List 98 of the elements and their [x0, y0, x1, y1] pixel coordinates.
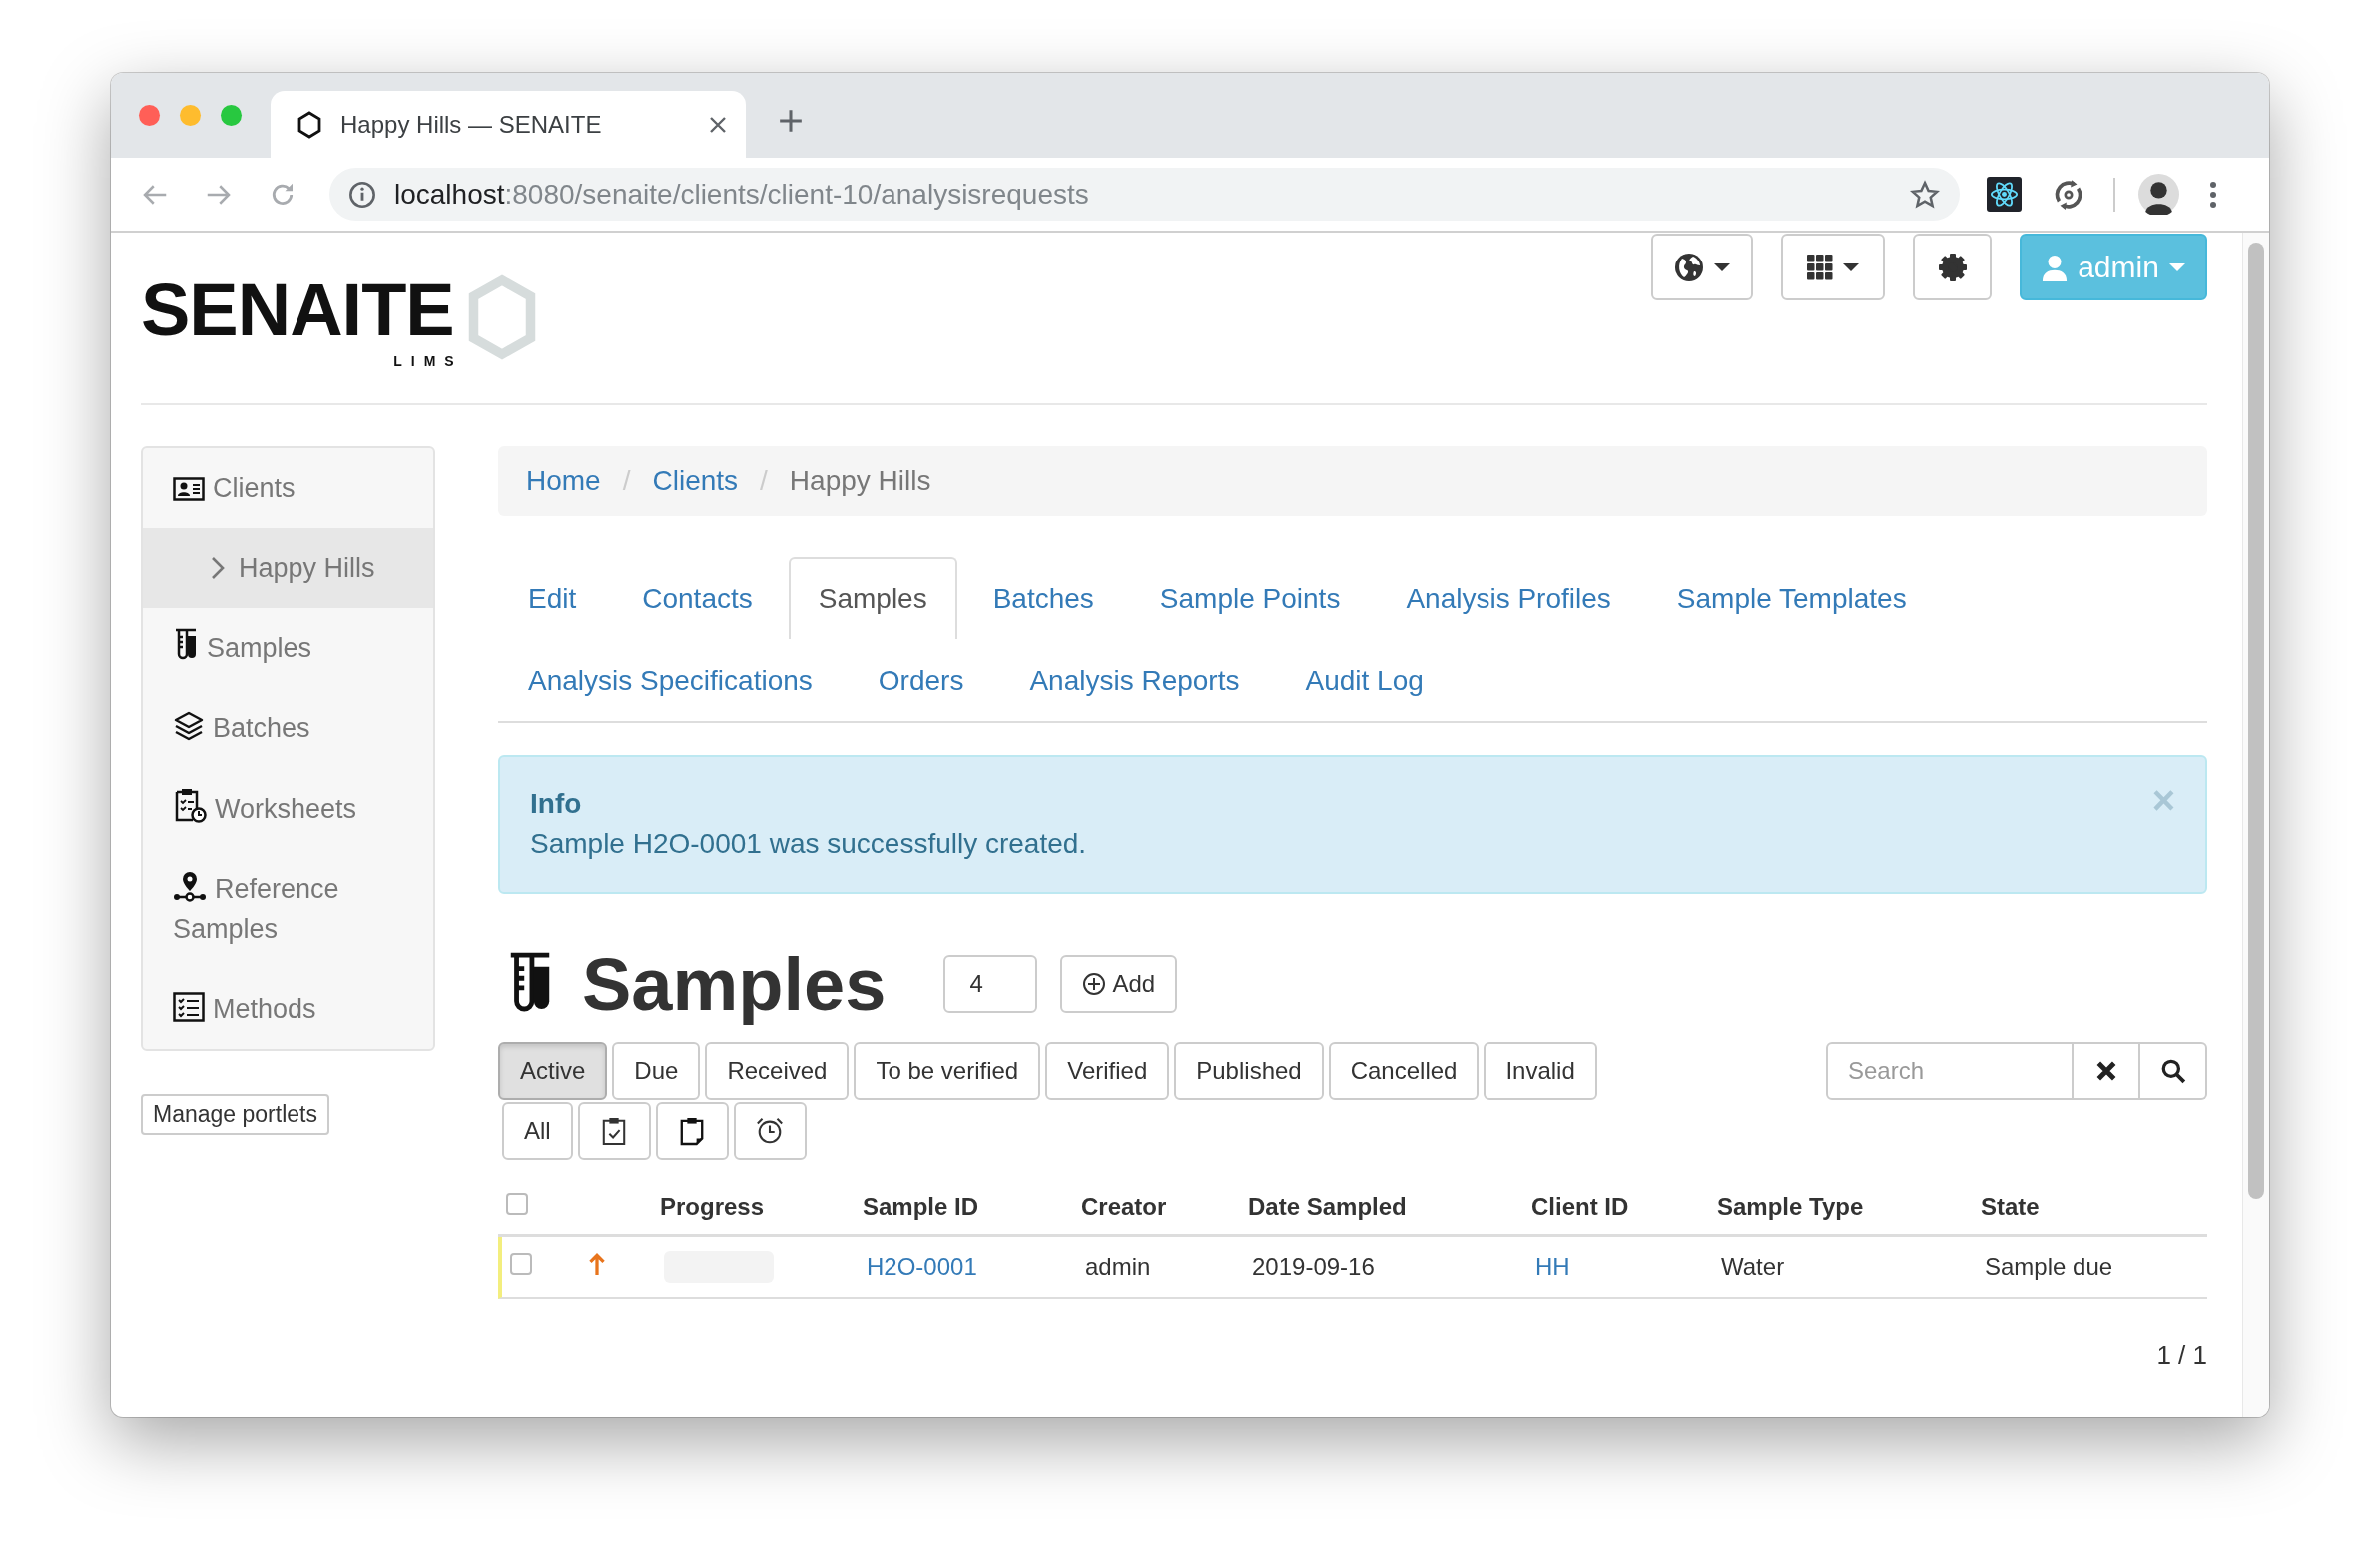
sidebar-item[interactable]: Happy Hills — [143, 528, 433, 608]
sidebar-item[interactable]: Clients — [143, 448, 433, 528]
menu-icon[interactable] — [2209, 180, 2217, 209]
up-arrow-icon — [588, 1252, 606, 1276]
column-header[interactable]: Sample ID — [863, 1193, 979, 1220]
search-button[interactable] — [2140, 1042, 2207, 1100]
tab[interactable]: Analysis Reports — [999, 639, 1270, 721]
filter-button[interactable]: Verified — [1045, 1042, 1170, 1100]
clipboard-clock-icon — [173, 787, 207, 823]
column-header[interactable]: Sample Type — [1717, 1193, 1864, 1220]
location-pin-icon — [173, 869, 207, 903]
table-cell: 2019-09-16 — [1252, 1253, 1375, 1280]
pagination-text: 1 / 1 — [2156, 1340, 2207, 1371]
apps-menu-button[interactable] — [1781, 234, 1885, 300]
client-id-link[interactable]: HH — [1535, 1253, 1570, 1280]
page-title: Samples — [582, 941, 887, 1027]
breadcrumb-link[interactable]: Home — [526, 465, 601, 497]
select-all-checkbox[interactable] — [506, 1193, 528, 1215]
filter-button[interactable] — [655, 1102, 729, 1160]
sample-id-link[interactable]: H2O-0001 — [867, 1253, 977, 1280]
user-icon — [2042, 253, 2069, 281]
table-cell: admin — [1085, 1253, 1151, 1280]
filter-button[interactable]: Received — [705, 1042, 850, 1100]
layers-icon — [173, 710, 205, 742]
chevron-icon — [211, 556, 225, 580]
test-tube-icon — [173, 628, 199, 662]
filter-button[interactable]: Published — [1174, 1042, 1324, 1100]
tab[interactable]: Sample Points — [1129, 557, 1371, 639]
tab[interactable]: Samples — [788, 557, 957, 639]
column-header[interactable]: Progress — [660, 1193, 765, 1220]
filter-button[interactable]: Active — [498, 1042, 608, 1100]
alarm-clock-icon — [755, 1116, 786, 1146]
table-cell: Sample due — [1985, 1253, 2113, 1280]
contact-card-icon — [173, 476, 205, 502]
plus-icon[interactable] — [778, 107, 804, 134]
sidebar-item[interactable]: Methods — [143, 969, 433, 1049]
tab[interactable]: Edit — [498, 557, 607, 639]
close-icon[interactable] — [708, 114, 728, 135]
search-field[interactable]: Search — [1826, 1042, 2074, 1100]
sidebar-item[interactable]: Worksheets — [143, 768, 433, 849]
info-icon[interactable] — [348, 180, 376, 209]
filter-button[interactable]: All — [502, 1102, 573, 1160]
filter-button[interactable]: Invalid — [1484, 1042, 1597, 1100]
plus-circle-icon — [1082, 972, 1107, 996]
column-header[interactable]: Client ID — [1531, 1193, 1629, 1220]
filter-button[interactable]: To be verified — [854, 1042, 1041, 1100]
globe-menu-button[interactable] — [1651, 234, 1753, 300]
checklist-icon — [173, 991, 205, 1023]
breadcrumb-link[interactable]: Clients — [652, 465, 739, 497]
filter-button[interactable] — [577, 1102, 651, 1160]
search-icon — [2159, 1058, 2186, 1084]
breadcrumb-separator: / — [759, 465, 769, 497]
column-header[interactable]: State — [1981, 1193, 2040, 1220]
count-field[interactable]: 4 — [943, 955, 1038, 1013]
tab[interactable]: Analysis Profiles — [1376, 557, 1641, 639]
atom-icon[interactable] — [1987, 177, 2022, 212]
url-text: localhost:8080/senaite/clients/client-10/analysisrequests — [394, 178, 1090, 211]
manage-portlets-button[interactable]: Manage portlets — [141, 1094, 329, 1135]
column-header[interactable]: Creator — [1081, 1193, 1167, 1220]
alert-title: Info — [530, 787, 583, 821]
tab[interactable]: Sample Templates — [1646, 557, 1937, 639]
filter-button[interactable] — [733, 1102, 807, 1160]
grid-icon — [1807, 254, 1833, 280]
sidebar-item[interactable]: Samples — [143, 608, 433, 688]
settings-icon — [1937, 252, 1968, 282]
filter-button[interactable]: Cancelled — [1328, 1042, 1480, 1100]
globe-icon — [1674, 252, 1704, 282]
tab[interactable]: Orders — [848, 639, 994, 721]
clipboard-check-icon — [601, 1116, 628, 1146]
settings-button[interactable] — [1913, 234, 1992, 300]
clear-icon — [2094, 1060, 2117, 1082]
tab[interactable]: Contacts — [612, 557, 783, 639]
caret-icon — [2168, 261, 2185, 272]
clipboard-icon — [679, 1116, 706, 1146]
hexagon-icon — [297, 110, 322, 139]
alert-message: Sample H2O-0001 was successfully created. — [530, 827, 1088, 861]
row-checkbox[interactable] — [510, 1253, 532, 1275]
clear-search-button[interactable] — [2074, 1042, 2140, 1100]
browser-tab[interactable]: Happy Hills — SENAITE — [271, 91, 746, 158]
tab[interactable]: Analysis Specifications — [498, 639, 843, 721]
scrollbar[interactable] — [2242, 233, 2269, 1417]
breadcrumb-separator: / — [621, 465, 632, 497]
tab[interactable]: Batches — [962, 557, 1124, 639]
avatar-icon[interactable] — [2138, 174, 2179, 215]
breadcrumb-current: Happy Hills — [789, 465, 931, 497]
add-button[interactable]: Add — [1060, 955, 1178, 1013]
caret-icon — [1714, 261, 1730, 272]
column-header[interactable]: Date Sampled — [1248, 1193, 1407, 1220]
star-icon[interactable] — [1910, 179, 1940, 210]
address-bar[interactable]: localhost:8080/senaite/clients/client-10/analysisrequests — [329, 168, 1960, 221]
logo-tagline: LIMS — [393, 353, 463, 369]
logo-text: SENAITE — [141, 273, 454, 347]
caret-icon — [1843, 261, 1859, 272]
filter-button[interactable]: Due — [612, 1042, 701, 1100]
tab[interactable]: Audit Log — [1275, 639, 1454, 721]
sidebar-item[interactable]: Reference Samples — [143, 849, 433, 969]
table-cell: Water — [1721, 1253, 1785, 1280]
sidebar-item[interactable]: Batches — [143, 688, 433, 768]
